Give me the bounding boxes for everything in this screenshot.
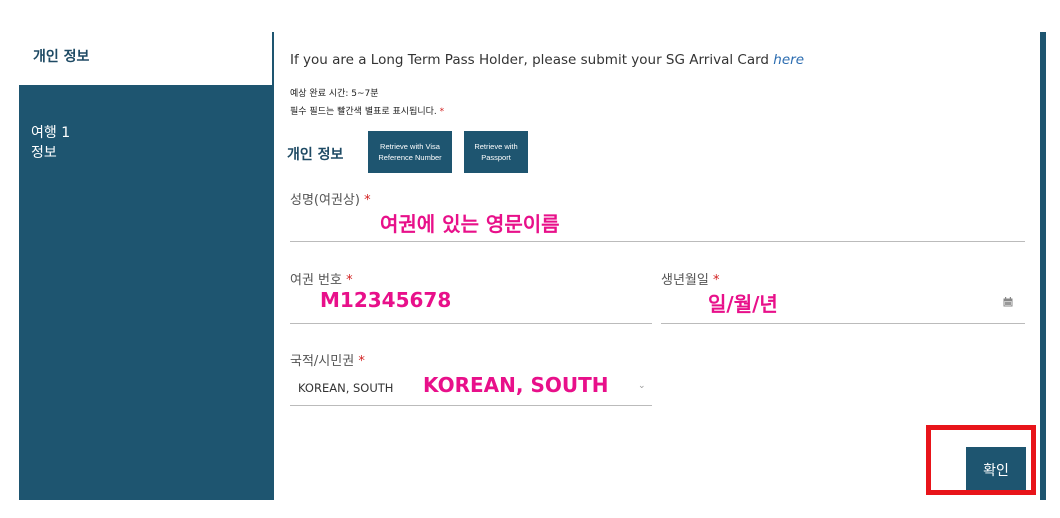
- right-border: [1040, 32, 1046, 500]
- sidebar-item-personal-info[interactable]: 개인 정보: [19, 32, 272, 85]
- long-term-pass-notice: If you are a Long Term Pass Holder, plea…: [290, 52, 804, 68]
- required-asterisk: *: [439, 107, 445, 117]
- nationality-underline: [290, 405, 652, 406]
- nationality-select[interactable]: KOREAN, SOUTH: [298, 381, 393, 395]
- retrieve-visa-button[interactable]: Retrieve with Visa Reference Number: [368, 131, 452, 173]
- retrieve-passport-button[interactable]: Retrieve with Passport: [464, 131, 528, 173]
- required-note: 필수 필드는 빨간색 별표로 표시됩니다. *: [290, 104, 444, 117]
- required-asterisk: *: [358, 354, 365, 369]
- dob-annotation: 일/월/년: [708, 292, 778, 316]
- name-label-text: 성명(여권상): [290, 193, 360, 208]
- required-note-text: 필수 필드는 빨간색 별표로 표시됩니다.: [290, 107, 437, 117]
- required-asterisk: *: [364, 193, 371, 208]
- dob-label-text: 생년월일: [661, 273, 709, 288]
- nationality-label: 국적/시민권 *: [290, 350, 365, 369]
- dob-label: 생년월일 *: [661, 269, 719, 288]
- sidebar-item-label: 여행 1 정보: [31, 125, 71, 161]
- completion-time: 예상 완료 시간: 5~7분: [290, 89, 379, 99]
- passport-input[interactable]: [290, 323, 652, 324]
- required-asterisk: *: [712, 273, 720, 288]
- nationality-label-text: 국적/시민권: [290, 354, 355, 369]
- sidebar-item-label: 개인 정보: [33, 49, 90, 65]
- passport-label: 여권 번호 *: [290, 269, 353, 288]
- notice-text: If you are a Long Term Pass Holder, plea…: [290, 52, 774, 68]
- sidebar: 개인 정보 여행 1 정보: [19, 32, 274, 500]
- calendar-icon[interactable]: [1003, 297, 1013, 307]
- name-label: 성명(여권상) *: [290, 189, 371, 208]
- highlight-box: [926, 425, 1036, 495]
- section-title: 개인 정보: [287, 147, 344, 163]
- passport-label-text: 여권 번호: [290, 273, 342, 288]
- here-link[interactable]: here: [773, 52, 804, 68]
- name-annotation: 여권에 있는 영문이름: [380, 212, 560, 236]
- name-input[interactable]: [290, 241, 1025, 242]
- caret-down-icon[interactable]: ⌄: [638, 381, 646, 391]
- dob-input[interactable]: [661, 323, 1025, 324]
- nationality-annotation: KOREAN, SOUTH: [423, 373, 609, 397]
- required-asterisk: *: [346, 273, 353, 288]
- passport-annotation: M12345678: [320, 288, 452, 312]
- sidebar-item-trip-info[interactable]: 여행 1 정보: [31, 103, 151, 163]
